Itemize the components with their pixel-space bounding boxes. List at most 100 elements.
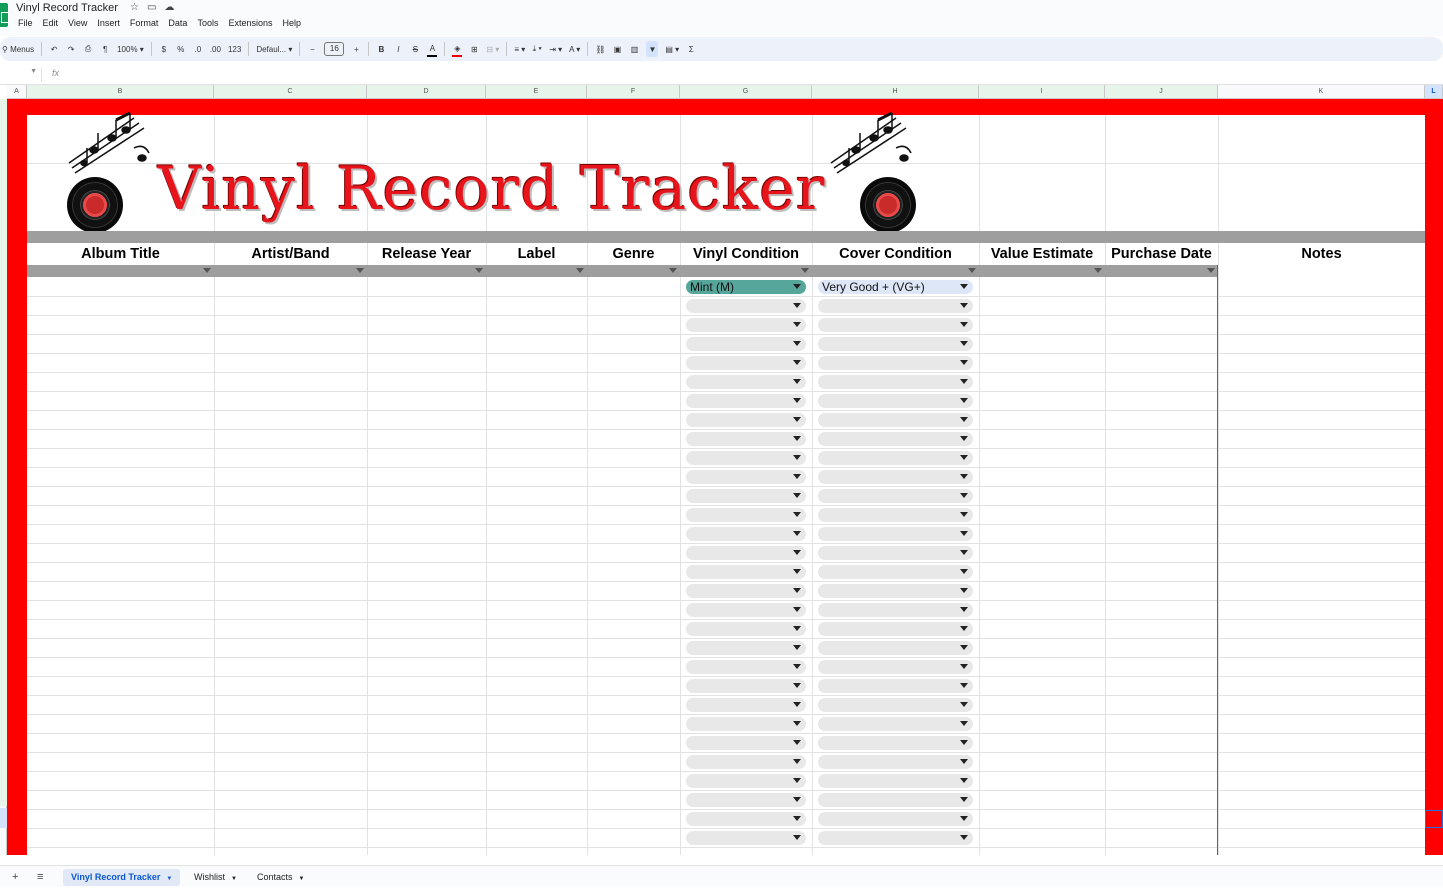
cover-condition-dropdown[interactable] <box>818 660 973 674</box>
cover-condition-dropdown[interactable] <box>818 736 973 750</box>
selected-cell[interactable] <box>1425 810 1443 828</box>
vinyl-condition-dropdown[interactable] <box>686 299 806 313</box>
menu-tools[interactable]: Tools <box>197 18 218 28</box>
vinyl-condition-dropdown[interactable] <box>686 565 806 579</box>
all-sheets-icon[interactable]: ≡ <box>37 871 43 883</box>
vinyl-condition-dropdown[interactable] <box>686 660 806 674</box>
filter-icon[interactable]: ▼ <box>646 41 659 57</box>
vinyl-condition-dropdown[interactable] <box>686 831 806 845</box>
cover-condition-dropdown[interactable] <box>818 527 973 541</box>
increase-decimal-button[interactable]: .00 <box>210 41 221 57</box>
vinyl-condition-dropdown[interactable] <box>686 375 806 389</box>
star-icon[interactable]: ☆ <box>130 2 139 13</box>
folder-move-icon[interactable]: ▭ <box>147 2 156 13</box>
filter-dropdown-icon[interactable] <box>968 268 976 273</box>
italic-button[interactable]: I <box>393 41 403 57</box>
cover-condition-dropdown[interactable] <box>818 318 973 332</box>
redo-icon[interactable]: ↷ <box>66 41 76 57</box>
name-box[interactable]: ▼ <box>0 68 42 82</box>
vinyl-condition-dropdown[interactable] <box>686 793 806 807</box>
column-header-f[interactable]: F <box>587 85 680 99</box>
vinyl-condition-dropdown[interactable] <box>686 527 806 541</box>
undo-icon[interactable]: ↶ <box>49 41 59 57</box>
cover-condition-dropdown[interactable] <box>818 375 973 389</box>
vinyl-condition-dropdown[interactable] <box>686 603 806 617</box>
font-select[interactable]: Defaul... ▾ <box>256 41 292 57</box>
filter-dropdown-icon[interactable] <box>475 268 483 273</box>
merge-cells-icon[interactable]: ⊟ ▾ <box>486 41 499 57</box>
vinyl-condition-dropdown[interactable] <box>686 432 806 446</box>
vertical-align-icon[interactable]: ⤓ ▾ <box>532 41 542 57</box>
filter-dropdown-icon[interactable] <box>356 268 364 273</box>
percent-button[interactable]: % <box>176 41 186 57</box>
menu-view[interactable]: View <box>68 18 87 28</box>
column-header-g[interactable]: G <box>680 85 812 99</box>
cover-condition-dropdown[interactable] <box>818 584 973 598</box>
filter-views-icon[interactable]: ▤ ▾ <box>665 41 679 57</box>
insert-chart-icon[interactable]: ▥ <box>629 41 639 57</box>
horizontal-align-icon[interactable]: ≡ ▾ <box>514 41 525 57</box>
column-header-b[interactable]: B <box>27 85 214 99</box>
cover-condition-dropdown[interactable] <box>818 641 973 655</box>
insert-link-icon[interactable]: ⛓ <box>595 41 605 57</box>
sheets-logo-icon[interactable] <box>0 3 9 27</box>
filter-dropdown-icon[interactable] <box>1094 268 1102 273</box>
column-header-a[interactable]: A <box>7 85 27 99</box>
cover-condition-dropdown[interactable] <box>818 717 973 731</box>
cover-condition-dropdown[interactable] <box>818 831 973 845</box>
sheet-tab-contacts[interactable]: Contacts ▼ <box>249 869 312 886</box>
add-sheet-icon[interactable]: + <box>12 871 18 883</box>
vinyl-condition-dropdown[interactable] <box>686 394 806 408</box>
cover-condition-dropdown[interactable] <box>818 774 973 788</box>
document-title[interactable]: Vinyl Record Tracker <box>16 2 118 14</box>
decrease-decimal-button[interactable]: .0 <box>193 41 203 57</box>
functions-button[interactable]: Σ <box>686 41 696 57</box>
menu-data[interactable]: Data <box>168 18 187 28</box>
font-size-input[interactable]: 16 <box>324 42 345 56</box>
vinyl-condition-dropdown[interactable] <box>686 318 806 332</box>
vinyl-condition-dropdown[interactable] <box>686 698 806 712</box>
search-menus[interactable]: ⚲ Menus <box>2 41 34 57</box>
cover-condition-dropdown[interactable] <box>818 698 973 712</box>
sheet-tab-wishlist[interactable]: Wishlist ▼ <box>186 869 245 886</box>
fill-color-icon[interactable]: ◈ <box>452 41 463 57</box>
vinyl-condition-dropdown[interactable] <box>686 470 806 484</box>
cover-condition-dropdown[interactable] <box>818 413 973 427</box>
text-color-button[interactable]: A <box>427 41 438 57</box>
vinyl-condition-dropdown[interactable] <box>686 641 806 655</box>
cover-condition-dropdown[interactable] <box>818 299 973 313</box>
row-header-strip[interactable] <box>0 99 7 855</box>
vinyl-condition-dropdown[interactable] <box>686 755 806 769</box>
insert-comment-icon[interactable]: ▣ <box>612 41 622 57</box>
column-header-k[interactable]: K <box>1218 85 1425 99</box>
cover-condition-dropdown[interactable] <box>818 451 973 465</box>
cover-condition-dropdown[interactable] <box>818 337 973 351</box>
borders-icon[interactable]: ⊞ <box>469 41 479 57</box>
vinyl-condition-dropdown[interactable] <box>686 812 806 826</box>
filter-dropdown-icon[interactable] <box>203 268 211 273</box>
cover-condition-dropdown[interactable]: Very Good + (VG+) <box>818 280 973 294</box>
column-header-l[interactable]: L <box>1425 85 1443 99</box>
vinyl-condition-dropdown[interactable] <box>686 489 806 503</box>
cover-condition-dropdown[interactable] <box>818 755 973 769</box>
filter-dropdown-icon[interactable] <box>1207 268 1215 273</box>
vinyl-condition-dropdown[interactable] <box>686 451 806 465</box>
menu-file[interactable]: File <box>18 18 33 28</box>
cover-condition-dropdown[interactable] <box>818 565 973 579</box>
column-header-j[interactable]: J <box>1105 85 1218 99</box>
vinyl-condition-dropdown[interactable] <box>686 736 806 750</box>
cover-condition-dropdown[interactable] <box>818 470 973 484</box>
filter-dropdown-icon[interactable] <box>669 268 677 273</box>
cover-condition-dropdown[interactable] <box>818 489 973 503</box>
menu-edit[interactable]: Edit <box>43 18 59 28</box>
vinyl-condition-dropdown[interactable] <box>686 413 806 427</box>
filter-dropdown-icon[interactable] <box>576 268 584 273</box>
cover-condition-dropdown[interactable] <box>818 546 973 560</box>
cover-condition-dropdown[interactable] <box>818 812 973 826</box>
cover-condition-dropdown[interactable] <box>818 793 973 807</box>
strikethrough-button[interactable]: S <box>410 41 420 57</box>
vinyl-condition-dropdown[interactable] <box>686 679 806 693</box>
zoom-select[interactable]: 100% ▾ <box>117 41 144 57</box>
vinyl-condition-dropdown[interactable]: Mint (M) <box>686 280 806 294</box>
cover-condition-dropdown[interactable] <box>818 603 973 617</box>
